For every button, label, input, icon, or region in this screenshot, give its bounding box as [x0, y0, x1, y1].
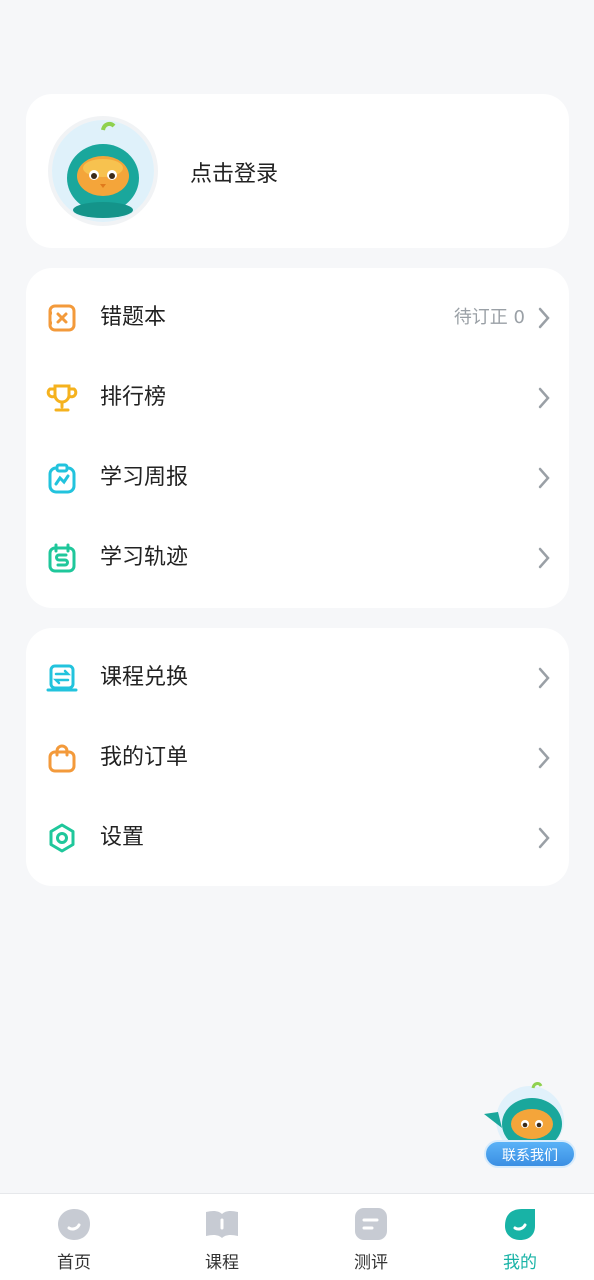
menu-item-leaderboard[interactable]: 排行榜	[26, 358, 569, 438]
exchange-icon	[46, 662, 78, 694]
profile-icon	[505, 1209, 535, 1240]
chevron-right-icon	[538, 467, 550, 489]
menu-item-settings[interactable]: 设置	[26, 798, 569, 878]
menu-label: 学习轨迹	[100, 545, 189, 570]
menu-group-learning: 错题本 待订正 0 排行榜 学习周报 学习轨迹	[26, 268, 569, 608]
chevron-right-icon	[538, 307, 550, 329]
settings-icon	[46, 822, 78, 854]
chevron-right-icon	[538, 747, 550, 769]
assessment-icon	[355, 1208, 387, 1240]
tab-mine[interactable]: 我的	[446, 1194, 594, 1280]
learning-track-icon	[46, 542, 78, 574]
menu-item-my-orders[interactable]: 我的订单	[26, 718, 569, 798]
bottom-tab-bar: 首页 课程 测评 我的	[0, 1193, 594, 1280]
tab-label: 首页	[57, 1253, 91, 1273]
chevron-right-icon	[538, 387, 550, 409]
tab-label: 测评	[354, 1253, 388, 1273]
menu-label: 排行榜	[100, 385, 167, 410]
tab-courses[interactable]: 课程	[148, 1194, 296, 1280]
tab-label: 课程	[205, 1253, 239, 1273]
menu-label: 错题本	[100, 305, 167, 330]
menu-item-wrong-book[interactable]: 错题本 待订正 0	[26, 278, 569, 358]
contact-us-label: 联系我们	[484, 1140, 576, 1168]
shopping-bag-icon	[46, 742, 78, 774]
menu-item-learning-track[interactable]: 学习轨迹	[26, 518, 569, 598]
tab-assessment[interactable]: 测评	[297, 1194, 445, 1280]
menu-label: 学习周报	[100, 465, 189, 490]
menu-group-account: 课程兑换 我的订单 设置	[26, 628, 569, 886]
home-icon	[58, 1209, 90, 1240]
login-prompt[interactable]: 点击登录	[190, 156, 278, 188]
trophy-icon	[46, 382, 78, 414]
chevron-right-icon	[538, 827, 550, 849]
tab-label: 我的	[503, 1253, 537, 1273]
contact-us-floating-button[interactable]: 联系我们	[478, 1082, 578, 1172]
menu-label: 我的订单	[100, 745, 189, 770]
chevron-right-icon	[538, 547, 550, 569]
pending-correction-badge: 待订正 0	[453, 307, 525, 328]
menu-label: 设置	[100, 825, 145, 850]
book-icon	[206, 1210, 238, 1238]
menu-item-course-exchange[interactable]: 课程兑换	[26, 638, 569, 718]
avatar[interactable]	[48, 116, 158, 226]
tab-home[interactable]: 首页	[0, 1194, 148, 1280]
chevron-right-icon	[538, 667, 550, 689]
weekly-report-icon	[46, 462, 78, 494]
profile-card[interactable]: 点击登录	[26, 94, 569, 248]
menu-item-weekly-report[interactable]: 学习周报	[26, 438, 569, 518]
wrong-book-icon	[46, 302, 78, 334]
menu-label: 课程兑换	[100, 665, 189, 690]
